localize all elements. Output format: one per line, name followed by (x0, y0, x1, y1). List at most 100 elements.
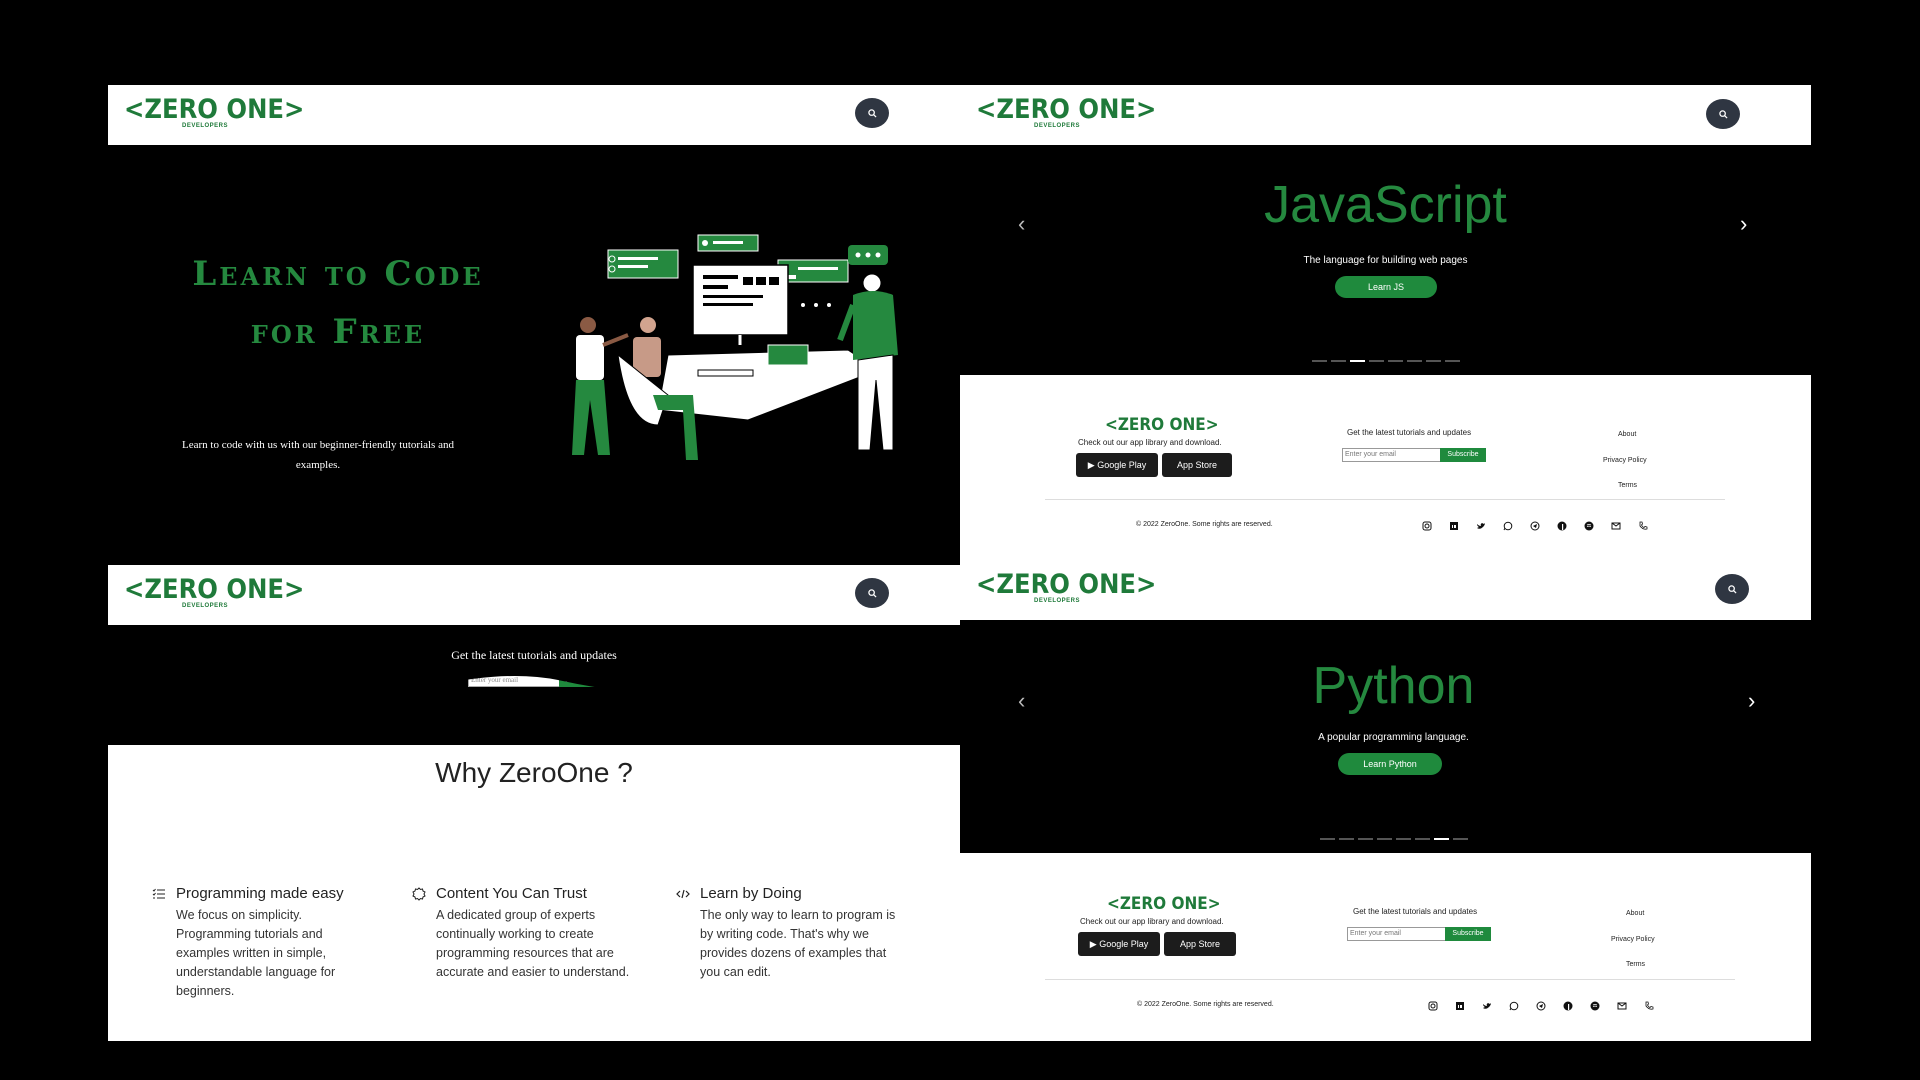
linkedin-icon[interactable] (1455, 1001, 1465, 1011)
carousel-indicator[interactable] (1357, 838, 1373, 840)
carousel-indicator[interactable] (1395, 838, 1411, 840)
developers-illustration (572, 234, 898, 460)
carousel-indicators (960, 360, 1811, 362)
linkedin-icon[interactable] (1449, 521, 1459, 531)
carousel-indicator[interactable] (1406, 360, 1422, 362)
site-header: <ZERO ONE> DEVELOPERS (960, 85, 1811, 145)
footer-link-about[interactable]: About (1618, 431, 1636, 438)
copyright: © 2022 ZeroOne. Some rights are reserved… (1137, 1001, 1274, 1008)
search-button[interactable] (855, 578, 889, 608)
carousel-indicator[interactable] (1387, 360, 1403, 362)
email-input[interactable]: Enter your email (1347, 927, 1447, 941)
social-links (1428, 1001, 1654, 1011)
carousel-indicator[interactable] (1376, 838, 1392, 840)
learn-python-button[interactable]: Learn Python (1338, 753, 1442, 775)
logo[interactable]: <ZERO ONE> DEVELOPERS (976, 569, 1176, 608)
hero-title-line2: for Free (250, 312, 426, 352)
email-input[interactable]: Enter your email (1342, 448, 1442, 462)
logo-subtitle: DEVELOPERS (1034, 123, 1081, 129)
phone-icon[interactable] (1644, 1001, 1654, 1011)
footer-divider (1045, 499, 1725, 500)
phone-icon[interactable] (1638, 521, 1648, 531)
carousel-indicator[interactable] (1368, 360, 1384, 362)
hero-title-line1: Learn to Code (192, 254, 484, 294)
site-header: <ZERO ONE> DEVELOPERS (108, 85, 960, 145)
spotify-icon[interactable] (1590, 1001, 1600, 1011)
search-button[interactable] (1706, 99, 1740, 129)
footer-link-terms[interactable]: Terms (1618, 482, 1637, 489)
search-icon (1718, 109, 1728, 119)
footer-logo-text: <ZERO ONE> (1107, 894, 1221, 914)
language-carousel: ‹ › Python A popular programming languag… (960, 620, 1811, 853)
why-panel: <ZERO ONE> DEVELOPERS Get the latest tut… (108, 565, 960, 1041)
carousel-indicator[interactable] (1330, 360, 1346, 362)
instagram-icon[interactable] (1428, 1001, 1438, 1011)
app-store-button[interactable]: App Store (1162, 453, 1232, 477)
telegram-icon[interactable] (1536, 1001, 1546, 1011)
carousel-indicator-active[interactable] (1349, 360, 1365, 362)
hero-title: Learn to Code for Free (128, 245, 548, 361)
search-button[interactable] (1715, 574, 1749, 604)
list-icon (152, 888, 165, 899)
feature-learn-doing: Learn by Doing The only way to learn to … (676, 885, 900, 982)
footer-link-about[interactable]: About (1626, 910, 1644, 917)
social-links (1422, 521, 1648, 531)
feature-text: A dedicated group of experts continually… (436, 908, 630, 979)
google-play-button[interactable]: ▶ Google Play (1078, 932, 1160, 956)
footer-logo-text: <ZERO ONE> (1105, 415, 1219, 435)
mail-icon[interactable] (1611, 521, 1621, 531)
language-carousel: ‹ › JavaScript The language for building… (960, 145, 1811, 375)
carousel-subtitle: The language for building web pages (1303, 255, 1468, 266)
learn-js-button[interactable]: Learn JS (1335, 276, 1437, 298)
whatsapp-icon[interactable] (1503, 521, 1513, 531)
carousel-indicator[interactable] (1311, 360, 1327, 362)
carousel-indicator[interactable] (1319, 838, 1335, 840)
carousel-indicator[interactable] (1414, 838, 1430, 840)
logo[interactable]: <ZERO ONE> DEVELOPERS (124, 96, 324, 133)
footer-logo[interactable]: <ZERO ONE> (1105, 415, 1231, 435)
site-footer: <ZERO ONE> Check out our app library and… (960, 375, 1811, 562)
wave-divider (108, 665, 960, 715)
search-button[interactable] (855, 98, 889, 128)
carousel-indicator[interactable] (1425, 360, 1441, 362)
carousel-title: JavaScript (1264, 176, 1507, 234)
facebook-icon[interactable] (1563, 1001, 1573, 1011)
subscribe-button[interactable]: Subscribe (1445, 927, 1491, 941)
twitter-icon[interactable] (1482, 1001, 1492, 1011)
carousel-indicator[interactable] (1452, 838, 1468, 840)
newsletter-heading: Get the latest tutorials and updates (1347, 428, 1472, 437)
feature-title: Content You Can Trust (436, 885, 587, 902)
search-icon (867, 108, 877, 118)
search-icon (1727, 584, 1737, 594)
copyright: © 2022 ZeroOne. Some rights are reserved… (1136, 521, 1273, 528)
subscribe-button[interactable]: Subscribe (1440, 448, 1486, 462)
logo-text: <ZERO ONE> (976, 569, 1157, 600)
carousel-indicator[interactable] (1444, 360, 1460, 362)
mail-icon[interactable] (1617, 1001, 1627, 1011)
google-play-button[interactable]: ▶ Google Play (1076, 453, 1158, 477)
carousel-title: Python (1312, 657, 1475, 715)
app-store-button[interactable]: App Store (1164, 932, 1236, 956)
footer-link-terms[interactable]: Terms (1626, 961, 1645, 968)
carousel-indicators (960, 838, 1811, 840)
logo[interactable]: <ZERO ONE> DEVELOPERS (124, 576, 324, 613)
telegram-icon[interactable] (1530, 521, 1540, 531)
feature-content-trust: Content You Can Trust A dedicated group … (412, 885, 636, 982)
instagram-icon[interactable] (1422, 521, 1432, 531)
facebook-icon[interactable] (1557, 521, 1567, 531)
carousel-indicator-active[interactable] (1433, 838, 1449, 840)
app-library-text: Check out our app library and download. (1080, 917, 1224, 926)
carousel-indicator[interactable] (1338, 838, 1354, 840)
feature-title: Learn by Doing (700, 885, 802, 902)
footer-logo[interactable]: <ZERO ONE> (1107, 894, 1233, 914)
logo-subtitle: DEVELOPERS (182, 123, 229, 129)
twitter-icon[interactable] (1476, 521, 1486, 531)
badge-icon (412, 887, 426, 901)
search-icon (867, 588, 877, 598)
whatsapp-icon[interactable] (1509, 1001, 1519, 1011)
logo[interactable]: <ZERO ONE> DEVELOPERS (976, 96, 1176, 133)
spotify-icon[interactable] (1584, 521, 1594, 531)
footer-link-privacy[interactable]: Privacy Policy (1603, 457, 1647, 464)
hero-description: Learn to code with us with our beginner-… (182, 439, 454, 471)
footer-link-privacy[interactable]: Privacy Policy (1611, 936, 1655, 943)
